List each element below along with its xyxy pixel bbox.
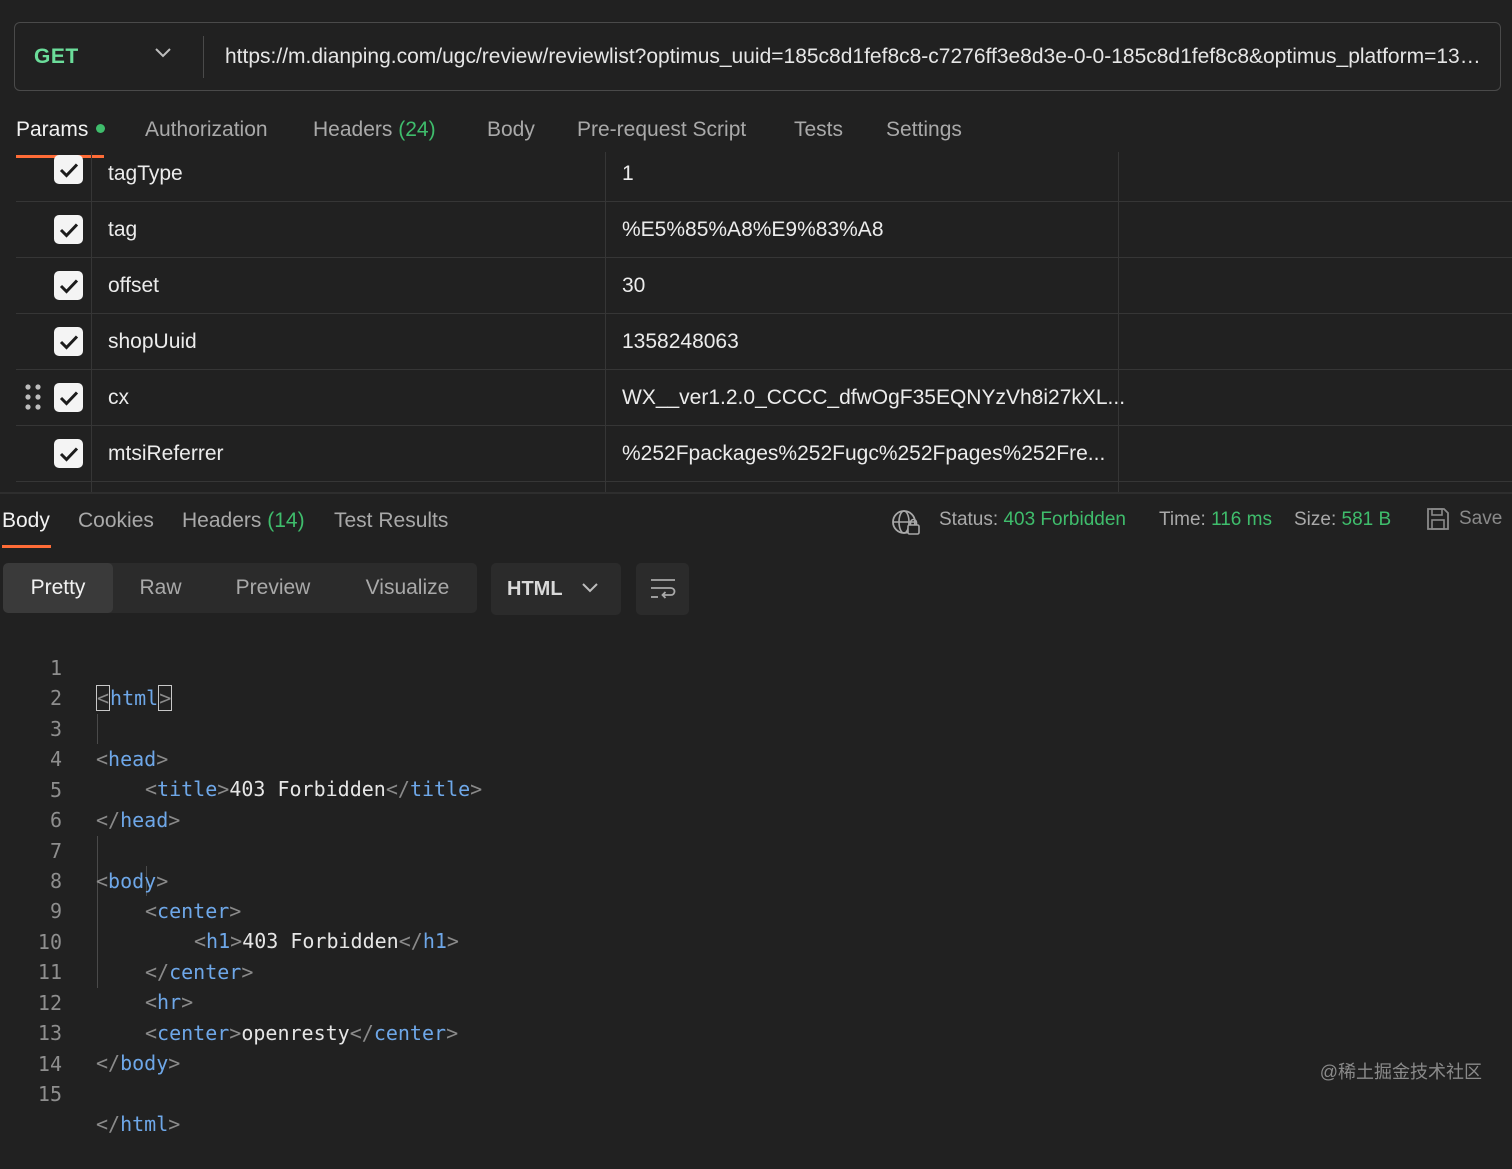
- tab-response-body[interactable]: Body: [2, 509, 50, 533]
- tab-test-results[interactable]: Test Results: [334, 509, 448, 533]
- param-checkbox[interactable]: [54, 383, 83, 412]
- param-checkbox[interactable]: [54, 439, 83, 468]
- param-key[interactable]: mtsiReferrer: [108, 432, 224, 488]
- wrap-lines-button[interactable]: [636, 563, 689, 615]
- param-key[interactable]: tagType: [108, 152, 183, 208]
- pane-divider[interactable]: [0, 492, 1512, 494]
- tab-body[interactable]: Body: [487, 118, 535, 142]
- active-tab-indicator: [2, 545, 51, 548]
- tab-response-headers[interactable]: Headers (14): [182, 509, 305, 533]
- table-row: tag %E5%85%A8%E9%83%A8: [16, 202, 1512, 258]
- response-time[interactable]: Time: 116 ms: [1159, 509, 1272, 531]
- time-value: 116 ms: [1211, 509, 1272, 530]
- param-checkbox[interactable]: [54, 271, 83, 300]
- code-line: 4 <title>403 Forbidden</title>: [0, 714, 1300, 801]
- tab-params-label: Params: [16, 118, 89, 141]
- checkmark-icon: [59, 446, 78, 462]
- response-status[interactable]: Status: 403 Forbidden: [939, 509, 1126, 531]
- checkmark-icon: [59, 162, 78, 178]
- code-line: 2: [0, 653, 1300, 710]
- table-row: cx WX__ver1.2.0_CCCC_dfwOgF35EQNYzVh8i27…: [16, 370, 1512, 426]
- request-tabs: Params Authorization Headers (24) Body P…: [0, 108, 1100, 158]
- format-label: HTML: [507, 578, 563, 600]
- chevron-down-icon: [582, 583, 598, 593]
- checkmark-icon: [59, 222, 78, 238]
- view-pretty[interactable]: Pretty: [3, 563, 113, 613]
- save-response-button[interactable]: Save: [1425, 506, 1502, 532]
- params-table: tagType 1 tag %E5%85%A8%E9%83%A8 offset …: [16, 152, 1512, 492]
- param-key[interactable]: tag: [108, 208, 137, 264]
- tab-cookies[interactable]: Cookies: [78, 509, 154, 533]
- method-label: GET: [34, 44, 79, 68]
- code-line: 15 </html>: [0, 1049, 1300, 1136]
- chevron-down-icon: [155, 48, 171, 58]
- param-value[interactable]: 1: [622, 152, 634, 208]
- param-value[interactable]: WX__ver1.2.0_CCCC_dfwOgF35EQNYzVh8i27kXL…: [622, 376, 1125, 432]
- code-line: 11 <hr>: [0, 927, 1300, 1014]
- code-tag: html: [120, 1112, 169, 1136]
- code-line: 8 <center>: [0, 836, 1300, 923]
- status-label: Status:: [939, 509, 999, 530]
- param-checkbox[interactable]: [54, 327, 83, 356]
- code-line: 5 </head>: [0, 745, 1300, 832]
- response-size[interactable]: Size: 581 B: [1294, 509, 1391, 531]
- tab-tests[interactable]: Tests: [794, 118, 843, 142]
- tab-response-headers-label: Headers: [182, 509, 262, 532]
- params-active-dot: [96, 123, 106, 133]
- param-checkbox[interactable]: [54, 215, 83, 244]
- param-checkbox[interactable]: [54, 155, 83, 184]
- request-url-bar: GET https://m.dianping.com/ugc/review/re…: [14, 22, 1501, 91]
- size-value: 581 B: [1341, 509, 1392, 530]
- param-value[interactable]: 1358248063: [622, 320, 739, 376]
- view-visualize[interactable]: Visualize: [338, 563, 477, 613]
- tab-headers[interactable]: Headers (24): [313, 118, 436, 142]
- tab-headers-label: Headers: [313, 118, 393, 141]
- param-key[interactable]: cx: [108, 376, 129, 432]
- checkmark-icon: [59, 278, 78, 294]
- method-select[interactable]: GET: [15, 23, 203, 90]
- tab-prerequest-script[interactable]: Pre-request Script: [577, 118, 746, 142]
- param-key[interactable]: shopUuid: [108, 320, 197, 376]
- checkmark-icon: [59, 390, 78, 406]
- table-row: tagType 1: [16, 152, 1512, 202]
- view-raw[interactable]: Raw: [113, 563, 208, 613]
- code-line: 1 <html>: [0, 623, 1300, 711]
- save-label: Save: [1459, 508, 1503, 530]
- code-line: 3 <head>: [0, 684, 1300, 771]
- code-line: 12 <center>openresty</center>: [0, 958, 1300, 1045]
- code-line: 13 </body>: [0, 988, 1300, 1075]
- code-line: 10 </center>: [0, 897, 1300, 984]
- size-label: Size:: [1294, 509, 1337, 530]
- param-key[interactable]: offset: [108, 264, 159, 320]
- table-row: shopUuid 1358248063: [16, 314, 1512, 370]
- checkmark-icon: [59, 334, 78, 350]
- status-value: 403 Forbidden: [1003, 509, 1126, 530]
- view-preview[interactable]: Preview: [208, 563, 338, 613]
- url-input[interactable]: https://m.dianping.com/ugc/review/review…: [204, 45, 1500, 69]
- drag-handle-icon[interactable]: [25, 384, 41, 410]
- view-mode-segmented: Pretty Raw Preview Visualize: [3, 563, 477, 613]
- wrap-lines-icon: [650, 579, 675, 599]
- param-value[interactable]: %E5%85%A8%E9%83%A8: [622, 208, 884, 264]
- watermark: @稀土掘金技术社区: [1319, 1062, 1482, 1082]
- headers-count: (24): [398, 118, 436, 141]
- param-value[interactable]: %252Fpackages%252Fugc%252Fpages%252Fre..…: [622, 432, 1105, 488]
- code-line: 7 <body>: [0, 806, 1300, 893]
- code-line: 14: [0, 1019, 1300, 1076]
- tab-params[interactable]: Params: [16, 118, 106, 142]
- table-row: mtsiReferrer %252Fpackages%252Fugc%252Fp…: [16, 426, 1512, 482]
- line-number: 15: [37, 1082, 62, 1106]
- tab-authorization[interactable]: Authorization: [145, 118, 268, 142]
- param-value[interactable]: 30: [622, 264, 645, 320]
- globe-lock-icon[interactable]: [891, 509, 921, 537]
- code-line: 6: [0, 775, 1300, 832]
- response-headers-count: (14): [267, 509, 305, 532]
- table-row: offset 30: [16, 258, 1512, 314]
- code-line: 9 <h1>403 Forbidden</h1>: [0, 866, 1300, 953]
- format-select[interactable]: HTML: [491, 563, 621, 615]
- tab-settings[interactable]: Settings: [886, 118, 962, 142]
- save-icon: [1427, 508, 1449, 530]
- table-row: [16, 482, 1512, 492]
- time-label: Time:: [1159, 509, 1206, 530]
